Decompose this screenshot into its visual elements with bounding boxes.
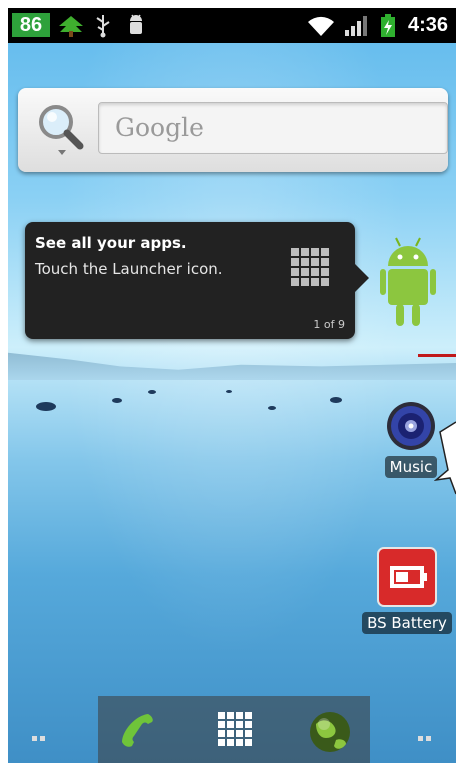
signal-icon: [345, 16, 367, 36]
bs-battery-label: BS Battery: [362, 612, 452, 634]
launcher-tooltip[interactable]: See all your apps. Touch the Launcher ic…: [25, 222, 369, 339]
wallpaper-rock: [330, 397, 342, 403]
wifi-icon: [308, 16, 334, 36]
wallpaper-rock: [148, 390, 156, 394]
tooltip-body: Touch the Launcher icon.: [35, 260, 223, 278]
divider-line: [418, 354, 456, 357]
android-debug-icon: [130, 14, 142, 34]
launcher-grid-icon[interactable]: [216, 710, 256, 750]
wallpaper-rock: [226, 390, 232, 393]
battery-charging-icon: [381, 14, 395, 37]
android-icon[interactable]: [380, 236, 436, 328]
wallpaper-rock: [36, 402, 56, 411]
search-input[interactable]: Google: [98, 102, 448, 154]
dock: [98, 696, 370, 763]
speech-bubble-icon: [434, 421, 456, 495]
battery-app-icon: [377, 547, 437, 607]
clock: 4:36: [407, 14, 448, 36]
bs-battery-app-shortcut[interactable]: BS Battery: [358, 546, 456, 634]
tooltip-title: See all your apps.: [35, 234, 187, 252]
notification-count-badge[interactable]: 86: [12, 13, 50, 37]
right-page-indicator[interactable]: [418, 726, 434, 745]
status-bar: 86 4:36: [8, 8, 456, 43]
phone-icon[interactable]: [118, 710, 158, 750]
google-search-widget[interactable]: Google: [18, 88, 448, 172]
browser-globe-icon[interactable]: [308, 710, 352, 754]
launcher-grid-icon: [291, 248, 329, 286]
tooltip-counter: 1 of 9: [313, 318, 345, 331]
left-page-indicator[interactable]: [32, 726, 48, 745]
usb-icon: [96, 15, 110, 38]
tree-icon: [59, 16, 83, 37]
search-placeholder: Google: [115, 113, 204, 142]
speaker-icon: [387, 402, 435, 450]
wallpaper-rock: [112, 398, 122, 403]
home-screen: 86 4:36 Google See all your apps. Touch …: [8, 8, 456, 763]
wallpaper-rock: [268, 406, 276, 410]
wallpaper-horizon: [8, 352, 456, 380]
search-icon[interactable]: [36, 102, 88, 158]
music-label: Music: [384, 456, 438, 478]
